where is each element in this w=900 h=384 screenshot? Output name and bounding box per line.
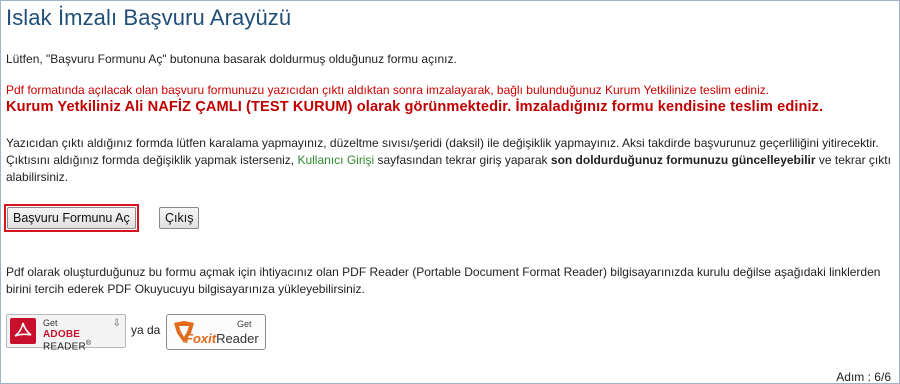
page-title: Islak İmzalı Başvuru Arayüzü	[6, 5, 292, 30]
foxit-brand: Foxit	[185, 331, 217, 346]
get-adobe-reader-link[interactable]: Get ADOBE READER® ⇩	[6, 314, 126, 352]
foxit-reader-word: Reader	[216, 331, 259, 346]
intro-text: Lütfen, "Başvuru Formunu Aç" butonuna ba…	[6, 52, 457, 66]
adobe-trademark: ®	[85, 340, 92, 347]
adobe-get-label: Get	[43, 318, 58, 328]
adobe-reader-word: READER	[43, 341, 86, 353]
note-bold: son doldurduğunuz formunuzu güncelleyebi…	[550, 153, 816, 167]
page-frame: Islak İmzalı Başvuru Arayüzü Lütfen, "Ba…	[0, 0, 900, 384]
step-indicator: Adım : 6/6	[836, 370, 891, 384]
foxit-reader-label: FoxitReader	[185, 331, 259, 346]
note-part-2: sayfasından tekrar giriş yaparak	[374, 153, 551, 167]
download-arrow-icon: ⇩	[112, 318, 121, 329]
get-foxit-reader-link[interactable]: Get FoxitReader	[166, 314, 266, 350]
warning-text: Pdf formatında açılacak olan başvuru for…	[6, 83, 770, 97]
open-form-button[interactable]: Başvuru Formunu Aç	[7, 207, 136, 229]
open-form-highlight: Başvuru Formunu Aç	[4, 204, 139, 232]
exit-button[interactable]: Çıkış	[159, 207, 200, 229]
note-text: Yazıcıdan çıktı aldığınız formda lütfen …	[6, 135, 894, 186]
foxit-get-label: Get	[237, 319, 252, 329]
pdf-info-text: Pdf olarak oluşturduğunuz bu formu açmak…	[6, 265, 881, 296]
authority-warning: Kurum Yetkiliniz Ali NAFİZ ÇAMLI (TEST K…	[6, 99, 824, 115]
adobe-brand: ADOBE	[43, 329, 81, 340]
adobe-pdf-icon	[10, 318, 36, 344]
user-login-link[interactable]: Kullanıcı Girişi	[297, 153, 374, 167]
or-text: ya da	[131, 323, 161, 337]
adobe-reader-label: ADOBE READER®	[43, 329, 125, 352]
